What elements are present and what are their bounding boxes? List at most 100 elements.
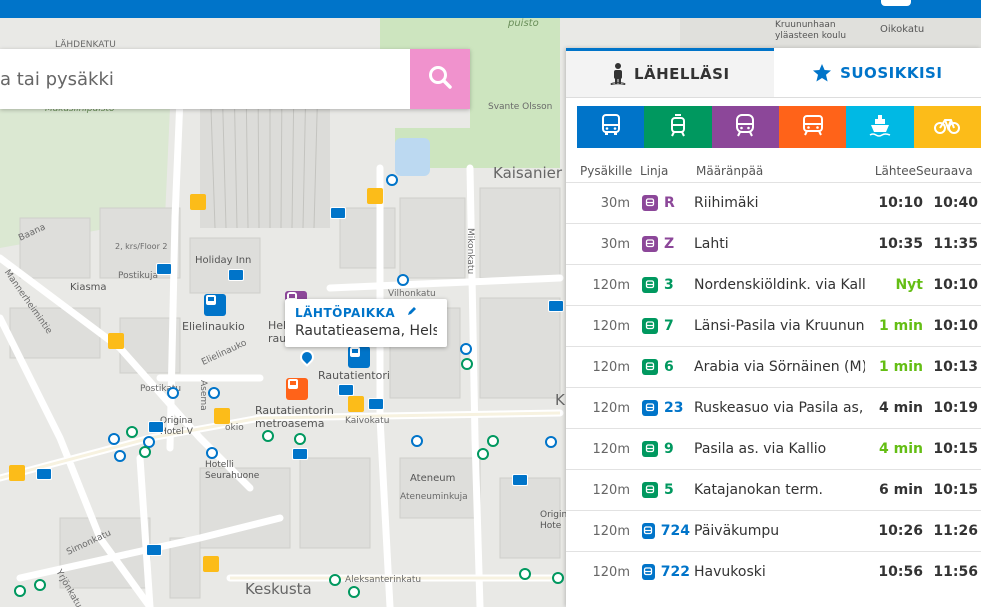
destination: Arabia via Sörnäinen (M) (694, 359, 865, 375)
departure-row[interactable]: 30m Z Lahti 10:35 11:35 (566, 223, 981, 264)
tram-stop-marker[interactable] (461, 358, 473, 370)
ticket-machine-icon[interactable] (330, 207, 346, 219)
tram-stop-marker[interactable] (126, 426, 138, 438)
line-number: 23 (664, 400, 684, 416)
stop-marker[interactable] (460, 343, 472, 355)
header-walk: Pysäkille (580, 164, 633, 178)
origin-popup-title: LÄHTÖPAIKKA (295, 305, 437, 320)
destination: Länsi-Pasila via Kruununhaka (694, 318, 865, 334)
metro-stop-icon[interactable] (286, 378, 308, 400)
header-destination: Määränpää (696, 164, 764, 178)
mode-tram-button[interactable] (644, 106, 712, 148)
search-input[interactable] (0, 49, 410, 109)
tab-favourites[interactable]: SUOSIKKISI (773, 48, 981, 97)
mode-bike-button[interactable] (913, 106, 981, 148)
ticket-machine-icon[interactable] (228, 269, 244, 281)
mode-bus-button[interactable] (577, 106, 645, 148)
stop-marker[interactable] (397, 274, 409, 286)
departure-row[interactable]: 120m 23 Ruskeasuo via Pasila as, 4 min 10:19 (566, 387, 981, 428)
tram-stop-marker[interactable] (519, 568, 531, 580)
map-label-rautatientorin-metroasema: Rautatientorin metroasema (255, 404, 334, 430)
line-badge: R (630, 195, 690, 211)
mode-train-button[interactable] (711, 106, 779, 148)
stop-marker[interactable] (411, 435, 423, 447)
map-label-okio: okio (225, 423, 244, 433)
ticket-machine-icon[interactable] (548, 300, 564, 312)
stop-marker[interactable] (206, 447, 218, 459)
departure-row[interactable]: 120m 724 Päiväkumpu 10:26 11:26 (566, 510, 981, 551)
tab-nearby[interactable]: LÄHELLÄSI (566, 48, 774, 97)
departure-time: 6 min (879, 482, 923, 498)
ticket-machine-icon[interactable] (156, 263, 172, 275)
top-bar-button[interactable] (881, 0, 911, 6)
bike-station-icon[interactable] (190, 194, 206, 210)
tram-stop-marker[interactable] (329, 574, 341, 586)
line-badge: Z (630, 236, 690, 252)
stop-marker[interactable] (108, 433, 120, 445)
bus-stop-icon[interactable] (348, 346, 370, 368)
tram-stop-marker[interactable] (262, 430, 274, 442)
tram-stop-marker[interactable] (487, 435, 499, 447)
line-number: 5 (664, 482, 674, 498)
ticket-machine-icon[interactable] (36, 468, 52, 480)
tram-stop-marker[interactable] (139, 446, 151, 458)
line-number: R (664, 195, 675, 211)
departure-row[interactable]: 120m 6 Arabia via Sörnäinen (M) 1 min 10:13 (566, 346, 981, 387)
bus-stop-icon[interactable] (204, 294, 226, 316)
next-departure: 11:35 (933, 236, 978, 252)
departure-row[interactable]: 30m R Riihimäki 10:10 10:40 (566, 182, 981, 223)
stop-marker[interactable] (545, 436, 557, 448)
search-icon (427, 64, 453, 94)
search-button[interactable] (410, 49, 470, 109)
stop-marker[interactable] (386, 174, 398, 186)
mode-metro-button[interactable] (778, 106, 847, 148)
bike-station-icon[interactable] (9, 465, 25, 481)
line-badge: 9 (630, 441, 690, 457)
departure-row[interactable]: 120m 9 Pasila as. via Kallio 4 min 10:15 (566, 428, 981, 469)
ticket-machine-icon[interactable] (512, 474, 528, 486)
line-number: 722 (660, 564, 690, 580)
line-badge: 5 (630, 482, 690, 498)
map-label-rautatientori: Rautatientori (318, 369, 390, 382)
stop-marker[interactable] (208, 387, 220, 399)
tram-stop-marker[interactable] (552, 572, 564, 584)
tram-stop-marker[interactable] (348, 586, 360, 598)
ticket-machine-icon[interactable] (292, 448, 308, 460)
ticket-machine-icon[interactable] (148, 421, 164, 433)
bike-station-icon[interactable] (348, 396, 364, 412)
origin-popup[interactable]: LÄHTÖPAIKKA Rautatieasema, Helsinki (285, 299, 447, 347)
tram-icon (642, 359, 658, 375)
departure-time: 1 min (879, 359, 923, 375)
tram-stop-marker[interactable] (14, 585, 26, 597)
departure-row[interactable]: 120m 5 Katajanokan term. 6 min 10:15 (566, 469, 981, 510)
tram-stop-marker[interactable] (34, 579, 46, 591)
next-departure: 10:13 (933, 359, 978, 375)
pencil-icon[interactable] (406, 305, 418, 320)
bus-icon (642, 523, 655, 539)
departure-row[interactable]: 120m 3 Nordenskiöldink. via Kallio Nyt 10:10 (566, 264, 981, 305)
stop-marker[interactable] (167, 387, 179, 399)
bike-station-icon[interactable] (367, 188, 383, 204)
bike-icon (934, 115, 961, 139)
stop-marker[interactable] (114, 450, 126, 462)
next-departure: 11:26 (933, 523, 978, 539)
bike-station-icon[interactable] (203, 556, 219, 572)
departure-row[interactable]: 120m 7 Länsi-Pasila via Kruununhaka 1 min 10… (566, 305, 981, 346)
walk-distance: 120m (592, 400, 630, 416)
bike-station-icon[interactable] (214, 408, 230, 424)
walk-distance: 30m (600, 236, 630, 252)
top-bar (0, 0, 981, 18)
departure-row[interactable]: 120m 722 Havukoski 10:56 11:56 (566, 551, 981, 592)
ticket-machine-icon[interactable] (338, 384, 354, 396)
ferry-icon (868, 113, 892, 141)
destination: Nordenskiöldink. via Kallio (694, 277, 865, 293)
next-departure: 10:15 (933, 482, 978, 498)
destination: Havukoski (694, 564, 766, 580)
departure-time: 4 min (879, 400, 923, 416)
ticket-machine-icon[interactable] (146, 544, 162, 556)
tram-stop-marker[interactable] (477, 448, 489, 460)
mode-ferry-button[interactable] (846, 106, 914, 148)
bike-station-icon[interactable] (108, 333, 124, 349)
tram-stop-marker[interactable] (294, 433, 306, 445)
ticket-machine-icon[interactable] (368, 398, 384, 410)
